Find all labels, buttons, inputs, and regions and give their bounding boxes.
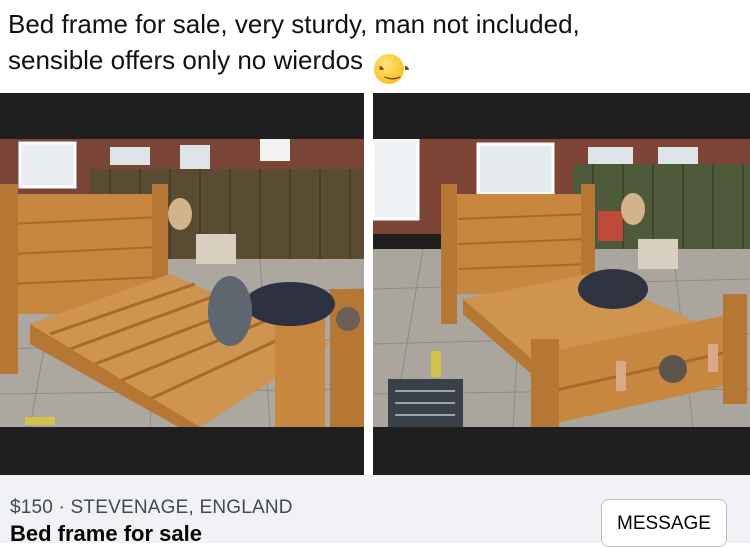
photo-bed-frame-crawling[interactable]	[0, 93, 364, 475]
post-caption: Bed frame for sale, very sturdy, man not…	[8, 6, 738, 84]
listing-price-location: $150 · STEVENAGE, ENGLAND	[10, 497, 293, 518]
photo-left-image	[0, 139, 364, 427]
caption-line-1: Bed frame for sale, very sturdy, man not…	[8, 9, 580, 39]
photo-right-image	[373, 139, 750, 427]
message-button[interactable]: MESSAGE	[601, 499, 727, 547]
caption-line-2-text: sensible offers only no wierdos	[8, 45, 364, 75]
listing-footer: $150 · STEVENAGE, ENGLAND Bed frame for …	[0, 475, 750, 547]
photo-gallery	[0, 93, 750, 475]
smirking-face-emoji-icon: ◔‿◔	[374, 54, 411, 84]
photo-bed-frame-stocks[interactable]	[373, 93, 750, 475]
listing-title[interactable]: Bed frame for sale	[10, 521, 202, 547]
caption-line-2: sensible offers only no wierdos ◔‿◔	[8, 42, 738, 84]
